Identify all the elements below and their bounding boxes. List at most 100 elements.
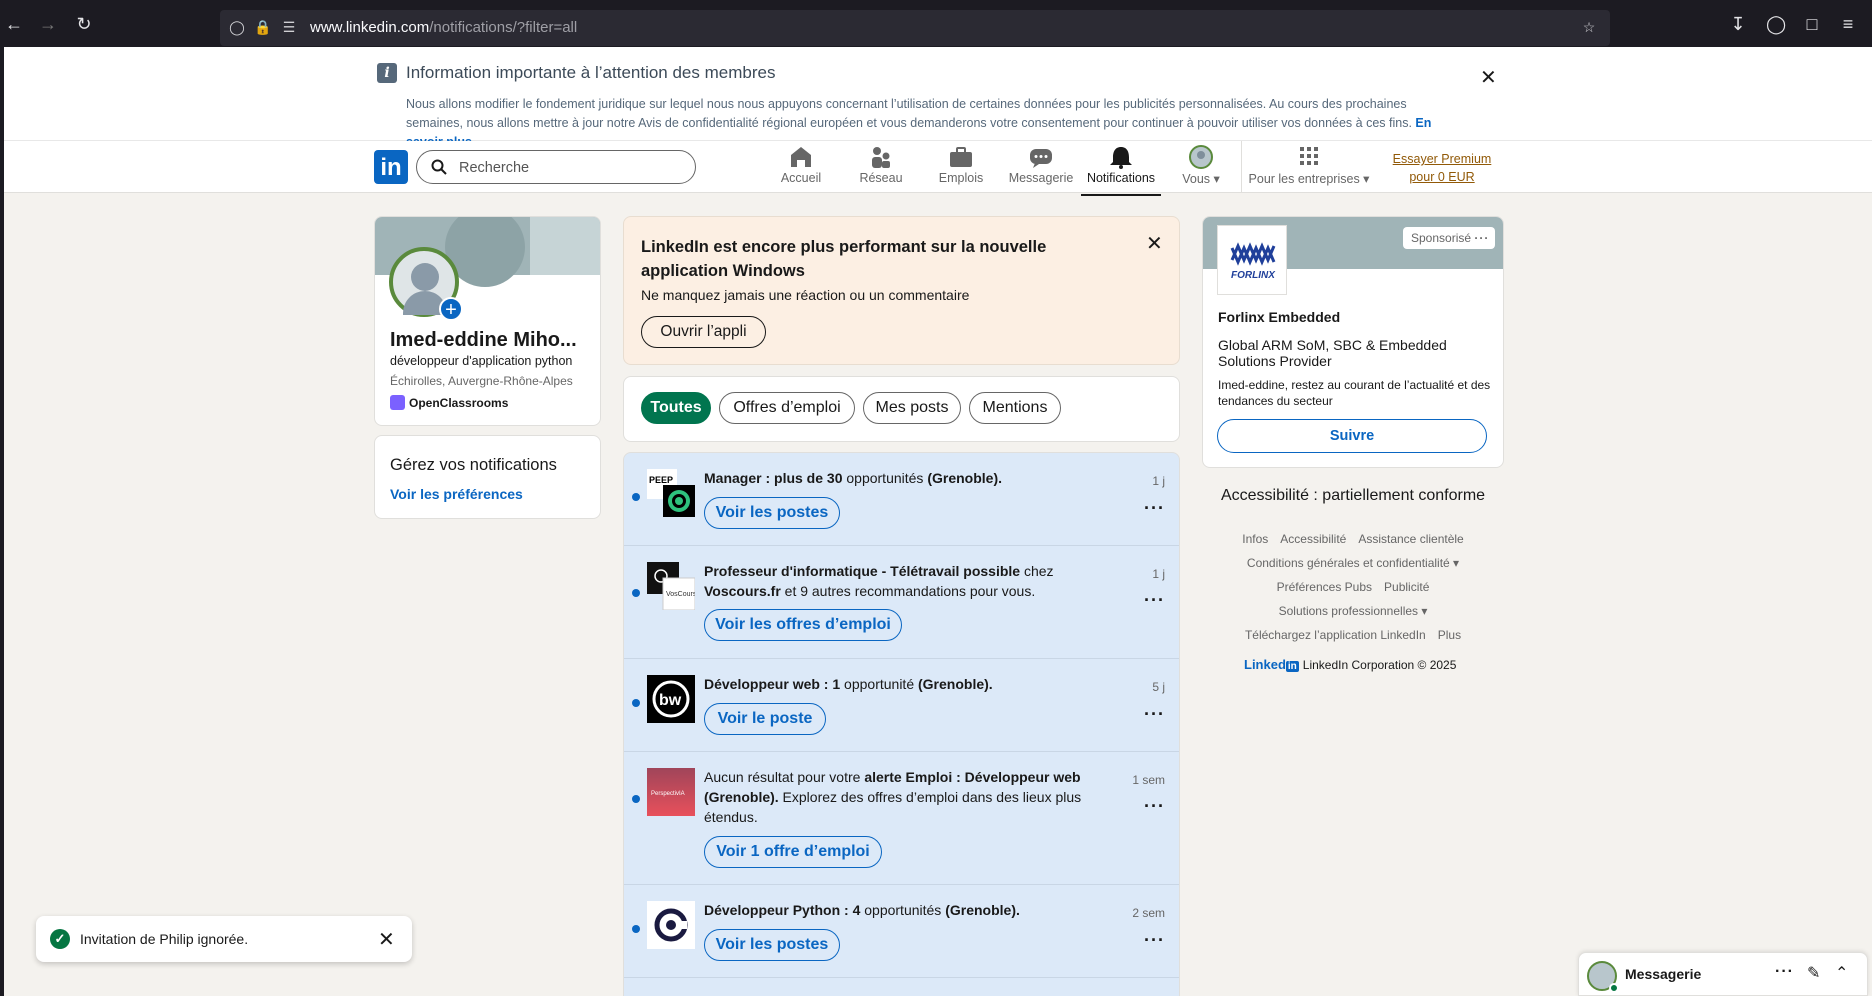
notification-item[interactable]: bw Développeur web : 1 opportunité (Gren… <box>624 659 1179 752</box>
messaging-bar[interactable]: Messagerie ··· ✎ ⌃ <box>1578 952 1868 996</box>
extensions-icon[interactable]: □ <box>1802 14 1822 34</box>
bell-icon <box>1110 147 1132 169</box>
svg-text:VosCours: VosCours <box>666 591 695 598</box>
svg-text:bw: bw <box>659 692 682 709</box>
footer-link[interactable]: Conditions générales et confidentialité … <box>1247 556 1459 570</box>
more-options-icon[interactable]: ··· <box>1775 963 1794 981</box>
nav-network[interactable]: Réseau <box>841 145 921 185</box>
permissions-icon[interactable]: ☰ <box>280 18 298 36</box>
nav-messaging[interactable]: Messagerie <box>1001 145 1081 185</box>
close-icon[interactable]: ✕ <box>1480 65 1497 90</box>
view-job-offers-button[interactable]: Voir les offres d’emploi <box>704 609 902 641</box>
nav-home[interactable]: Accueil <box>761 145 841 185</box>
messaging-title[interactable]: Messagerie <box>1625 966 1701 982</box>
global-nav: in Recherche Accueil Réseau Emplois Mess… <box>4 141 1872 196</box>
footer-link[interactable]: Infos <box>1242 532 1268 546</box>
footer-link[interactable]: Préférences Pubs <box>1277 580 1372 594</box>
network-icon <box>872 147 890 168</box>
ad-company-name[interactable]: Forlinx Embedded <box>1218 309 1340 325</box>
nav-notifications-label: Notifications <box>1086 171 1156 185</box>
notification-text[interactable]: Aucun résultat pour votre alerte Emploi … <box>704 767 1114 827</box>
premium-link[interactable]: Essayer Premium pour 0 EUR <box>1379 150 1505 186</box>
nav-messaging-label: Messagerie <box>1008 171 1074 185</box>
account-icon[interactable]: ◯ <box>1766 14 1786 34</box>
notification-item[interactable]: PEEP Manager : plus de 30 opportunités (… <box>624 453 1179 546</box>
chevron-up-icon[interactable]: ⌃ <box>1835 963 1848 983</box>
footer-link[interactable]: Plus <box>1438 628 1461 642</box>
message-icon <box>1030 149 1052 168</box>
notification-item[interactable]: Développeur Python : 4 opportunités (Gre… <box>624 885 1179 978</box>
open-app-button[interactable]: Ouvrir l’appli <box>641 316 766 348</box>
accessibility-status: Accessibilité : partiellement conforme <box>1220 487 1486 504</box>
nav-me[interactable]: Vous ▾ <box>1161 145 1241 186</box>
footer-link[interactable]: Solutions professionnelles ▾ <box>1279 604 1428 618</box>
url-text[interactable]: www.linkedin.com/notifications/?filter=a… <box>310 19 577 36</box>
profile-name[interactable]: Imed-eddine Miho... <box>390 329 577 352</box>
reload-icon[interactable]: ↻ <box>74 14 94 34</box>
view-jobs-button[interactable]: Voir les postes <box>704 497 840 529</box>
close-icon[interactable]: ✕ <box>378 927 395 952</box>
more-options-icon[interactable]: ··· <box>1144 498 1165 519</box>
close-icon[interactable]: ✕ <box>1146 231 1163 256</box>
back-icon[interactable]: ← <box>4 14 24 34</box>
shield-icon[interactable]: ◯ <box>228 18 246 36</box>
search-input[interactable]: Recherche <box>416 150 696 184</box>
footer-link[interactable]: Accessibilité <box>1280 532 1346 546</box>
footer-link[interactable]: Publicité <box>1384 580 1429 594</box>
nav-business[interactable]: Pour les entreprises ▾ <box>1244 145 1374 186</box>
nav-jobs[interactable]: Emplois <box>921 145 1001 185</box>
bookmark-star-icon[interactable]: ☆ <box>1580 18 1598 36</box>
view-offer-button[interactable]: Voir 1 offre d’emploi <box>704 836 882 868</box>
sponsored-ad-card: FORLINX Sponsorisé ··· Forlinx Embedded … <box>1202 216 1504 468</box>
preferences-link[interactable]: Voir les préférences <box>390 486 523 502</box>
nav-notifications[interactable]: Notifications <box>1081 145 1161 196</box>
footer-link[interactable]: Assistance clientèle <box>1358 532 1463 546</box>
company-logo-icon: PerspectivIA <box>647 768 695 816</box>
download-icon[interactable]: ↧ <box>1728 14 1748 34</box>
app-promo-card: LinkedIn est encore plus performant sur … <box>623 216 1180 365</box>
add-photo-button[interactable]: + <box>439 297 463 321</box>
unread-dot <box>632 925 640 933</box>
notification-text[interactable]: Manager : plus de 30 opportunités (Greno… <box>704 468 1124 488</box>
company-logo-icon <box>647 901 695 949</box>
view-post-button[interactable]: Voir le poste <box>704 703 826 735</box>
notification-time: 1 sem <box>1132 773 1165 787</box>
lock-icon[interactable]: 🔒 <box>254 18 272 36</box>
chevron-down-icon: ▾ <box>1210 172 1220 186</box>
unread-dot <box>632 589 640 597</box>
profile-headline: développeur d'application python <box>390 354 573 368</box>
more-options-icon[interactable]: ··· <box>1144 796 1165 817</box>
forlinx-logo-icon[interactable]: FORLINX <box>1217 225 1287 295</box>
company-logo-icon: VosCours <box>647 562 695 610</box>
unread-dot <box>632 795 640 803</box>
sponsored-label[interactable]: Sponsorisé ··· <box>1403 227 1495 249</box>
notification-item[interactable]: PerspectivIA Aucun résultat pour votre a… <box>624 752 1179 885</box>
filter-my-posts[interactable]: Mes posts <box>863 392 961 424</box>
notification-text[interactable]: Professeur d'informatique - Télétravail … <box>704 561 1124 601</box>
footer-link[interactable]: Téléchargez l’application LinkedIn <box>1245 628 1426 642</box>
view-jobs-button[interactable]: Voir les postes <box>704 929 840 961</box>
linkedin-logo-icon[interactable]: in <box>374 150 408 184</box>
nav-jobs-label: Emplois <box>938 171 984 185</box>
profile-org[interactable]: OpenClassrooms <box>390 395 508 410</box>
forward-icon[interactable]: → <box>38 14 58 34</box>
filter-mentions[interactable]: Mentions <box>969 392 1061 424</box>
online-status-dot <box>1609 983 1619 993</box>
notification-item[interactable]: VosCours Professeur d'informatique - Tél… <box>624 546 1179 659</box>
profile-location: Échirolles, Auvergne-Rhône-Alpes <box>390 374 573 388</box>
search-placeholder: Recherche <box>459 160 530 176</box>
follow-button[interactable]: Suivre <box>1217 419 1487 453</box>
notification-text[interactable]: Développeur web : 1 opportunité (Grenobl… <box>704 674 1124 694</box>
company-logo-icon: PEEP <box>647 469 695 517</box>
notification-text[interactable]: Développeur Python : 4 opportunités (Gre… <box>704 900 1124 920</box>
filter-jobs[interactable]: Offres d’emploi <box>719 392 855 424</box>
menu-icon[interactable]: ≡ <box>1838 14 1858 34</box>
more-options-icon[interactable]: ··· <box>1144 930 1165 951</box>
more-options-icon[interactable]: ··· <box>1144 704 1165 725</box>
grid-icon <box>1300 147 1318 165</box>
compose-icon[interactable]: ✎ <box>1807 963 1820 983</box>
info-banner: i Information importante à l’attention d… <box>4 47 1872 149</box>
filter-all[interactable]: Toutes <box>641 392 711 424</box>
url-bar[interactable]: ◯ 🔒 ☰ www.linkedin.com/notifications/?fi… <box>220 10 1610 46</box>
more-options-icon[interactable]: ··· <box>1144 590 1165 611</box>
